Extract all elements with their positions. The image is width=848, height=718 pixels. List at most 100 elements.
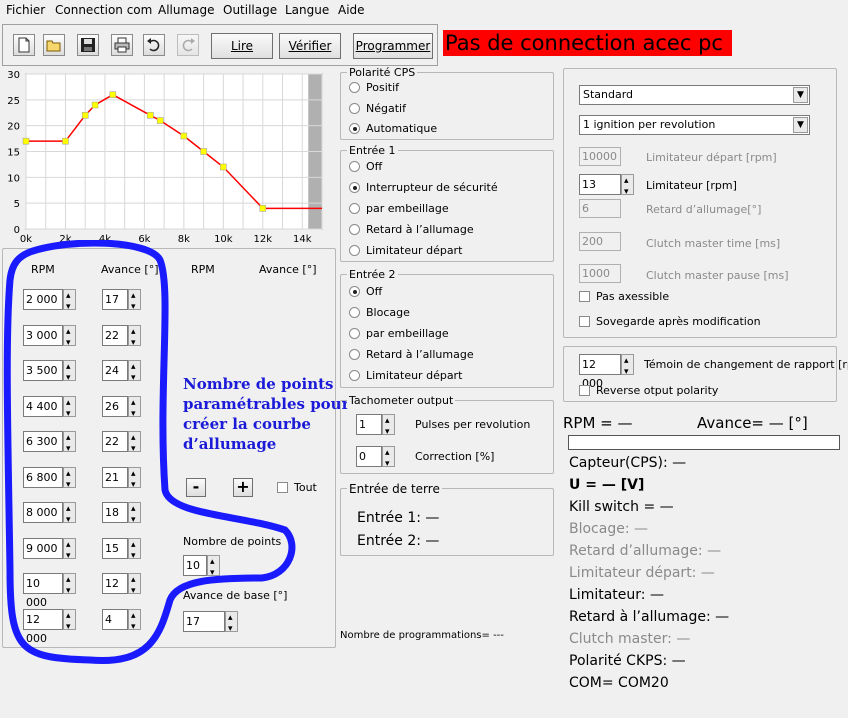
y-tick-label: 20 [7,122,20,133]
polarite-option-label: Automatique [366,122,438,135]
entree2-group: Entrée 2 Off Blocage par embeillage Retard … [340,268,554,388]
sovegarde-checkbox[interactable]: Sovegarde après modification [579,315,761,329]
rpm-readout: RPM = — [563,414,633,432]
program-button[interactable]: Programmer [353,33,433,59]
clutch-time-field[interactable]: 200 [579,232,621,251]
curve-point [109,91,117,98]
entree1-option-label: Retard à l’allumage [366,223,474,236]
polarite-status: Polarité CKPS: — [569,653,686,669]
kill-switch-status: Kill switch = — [569,499,674,515]
retard-field[interactable]: 6 [579,199,621,218]
limitateur-status: Limitateur: — [569,587,664,603]
clutch-time-label: Clutch master time [ms] [646,237,781,250]
entree1-option[interactable]: Retard à l’allumage [349,223,474,239]
start-limiter-field[interactable]: 10000 [579,147,621,166]
entree2-option[interactable]: Retard à l’allumage [349,348,474,364]
curve-point [22,137,30,145]
curve-point [259,205,267,212]
shift-stepper[interactable]: 12 000 [579,352,634,390]
pas-axessible-checkbox[interactable]: Pas axessible [579,290,669,304]
tachometer-group: Tachometer output 1 Pulses per revolutio… [340,394,554,474]
rpm-bar [568,435,840,450]
redo-icon[interactable] [177,34,199,56]
polarite-title: Polarité CPS [347,66,418,79]
radio-icon [349,245,360,256]
polarite-option-label: Négatif [366,101,406,115]
radio-icon [349,203,360,214]
chevron-down-icon: ▼ [793,87,808,103]
menu-bar: Fichier Connection com Allumage Outillag… [0,0,848,20]
menu-outillage[interactable]: Outillage [223,3,277,17]
y-tick-label: 25 [7,96,20,107]
entree1-option-label: Limitateur départ [366,244,463,257]
chevron-down-icon: ▼ [793,117,808,133]
menu-allumage[interactable]: Allumage [158,3,215,17]
entree1-title: Entrée 1 [347,144,398,157]
verify-button[interactable]: Vérifier [279,33,341,59]
terre-input1: Entrée 1: — [357,510,440,526]
entree1-option-label: Off [366,160,383,173]
entree1-option-label: par embeillage [366,202,449,215]
curve-point [81,112,89,119]
curve-point [62,137,69,145]
entree2-option[interactable]: Limitateur départ [349,369,462,385]
entree2-option-label: Limitateur départ [366,369,463,382]
reverse-polarity-checkbox[interactable]: Reverse otput polarity [579,384,718,398]
radio-icon [349,224,360,235]
polarite-option[interactable]: Positif [349,81,399,97]
clutch-pause-field[interactable]: 1000 [579,264,621,283]
entree1-option-label: Interrupteur de sécurité [366,181,498,194]
terre-input2: Entrée 2: — [357,533,440,549]
polarite-option[interactable]: Négatif [349,102,406,118]
programming-count: Nombre de programmations= --- [340,630,504,641]
reverse-polarity-label: Reverse otput polarity [596,384,719,397]
tachometer-title: Tachometer output [347,394,456,407]
radio-icon [349,370,360,381]
blue-highlight-outline [3,240,296,665]
undo-icon[interactable] [143,34,165,56]
voltage-status: U = — [V] [569,477,645,493]
menu-fichier[interactable]: Fichier [6,3,45,17]
polarite-option[interactable]: Automatique [349,122,437,138]
menu-langue[interactable]: Langue [285,3,329,17]
settings-group: Standard ▼ 1 ignition per revolution ▼ 100… [563,68,837,338]
curve-point [91,101,99,109]
radio-icon [349,102,360,114]
correction-label: Correction [%] [415,450,495,463]
terre-group: Entrée de terre Entrée 1: — Entrée 2: — [340,482,554,556]
radio-icon [349,349,360,360]
limiter-stepper[interactable]: 13 500 [579,172,634,210]
entree2-option[interactable]: Off [349,285,382,301]
entree2-option[interactable]: Blocage [349,306,410,322]
radio-icon [349,307,360,318]
entree2-option-label: Off [366,285,383,298]
polarite-option-label: Positif [366,81,399,94]
new-file-icon[interactable] [13,34,35,56]
entree1-option[interactable]: par embeillage [349,202,449,218]
entree1-option[interactable]: Limitateur départ [349,244,462,260]
pulses-stepper[interactable]: 1 [356,412,395,442]
entree2-title: Entrée 2 [347,268,398,281]
open-folder-icon[interactable] [43,34,65,56]
y-tick-label: 5 [14,199,20,210]
advance-readout: Avance= — [°] [697,414,808,432]
entree1-option[interactable]: Off [349,160,382,176]
polarite-group: Polarité CPS Positif Négatif Automatique [340,66,554,140]
toolbar: Lire Vérifier Programmer [2,24,438,66]
correction-stepper[interactable]: 0 [356,444,395,474]
entree2-option[interactable]: par embeillage [349,327,449,343]
menu-connection[interactable]: Connection com [55,3,152,17]
shift-group: 12 000 Témoin de changement de rapport [… [563,346,848,402]
mode-select[interactable]: Standard ▼ [579,85,810,105]
radio-icon [349,182,360,193]
entree1-option[interactable]: Interrupteur de sécurité [349,181,498,197]
radio-icon [349,82,360,93]
print-icon[interactable] [111,34,133,56]
save-icon[interactable] [77,34,99,56]
limiter-label: Limitateur [rpm] [646,179,737,192]
read-button[interactable]: Lire [211,33,273,59]
ignition-curve-chart: 0510152025300k 2k 4k 6k 8k 10k 12k 14k [7,70,323,244]
menu-aide[interactable]: Aide [338,3,365,17]
blocage-status: Blocage: — [569,521,649,537]
ignition-select[interactable]: 1 ignition per revolution ▼ [579,115,810,135]
